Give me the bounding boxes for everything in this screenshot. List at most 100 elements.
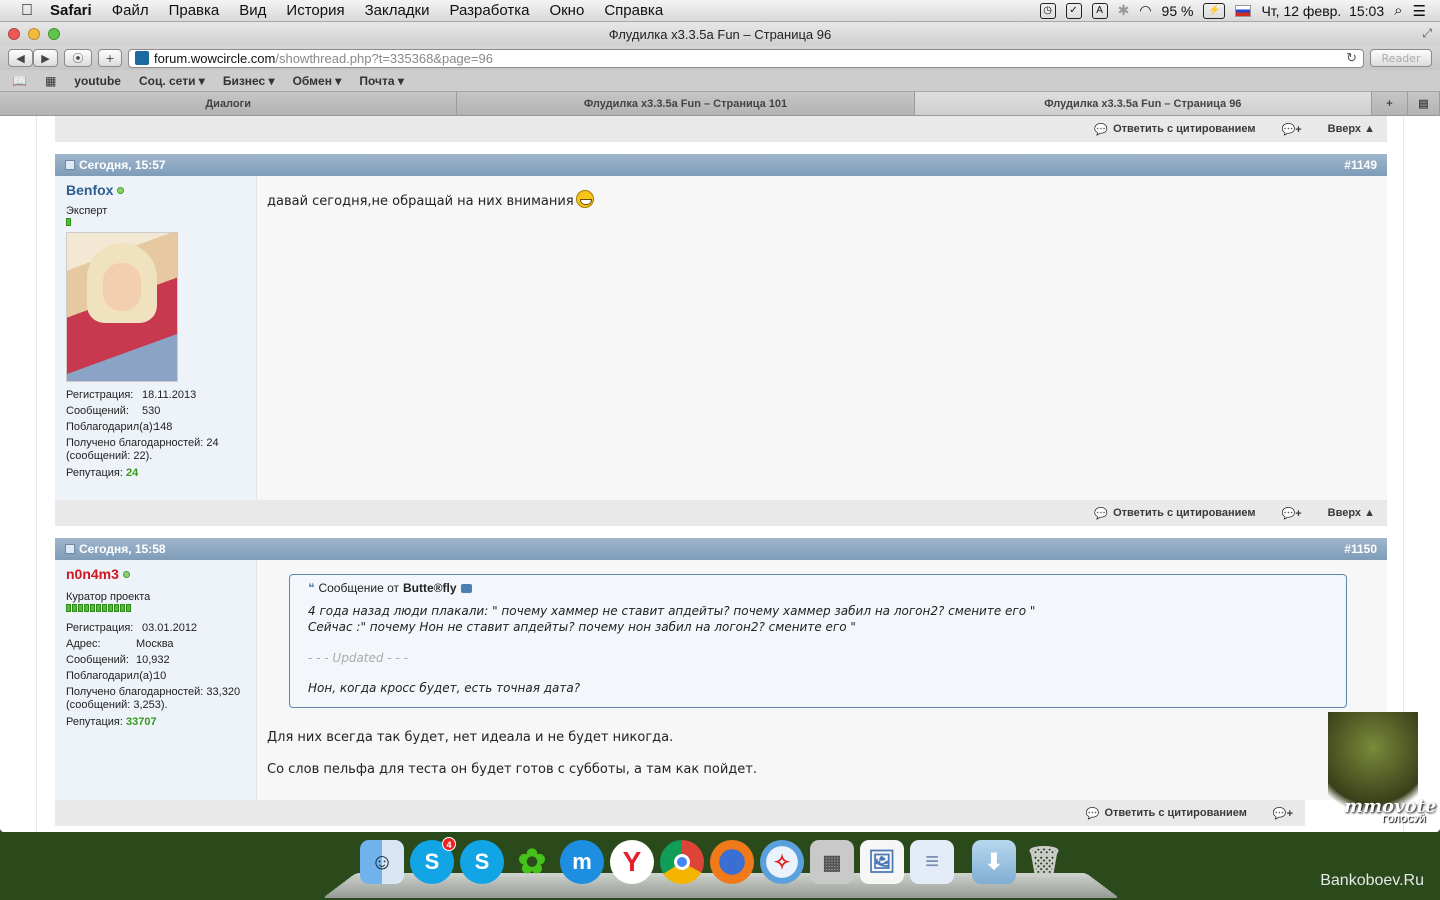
address-bar[interactable]: forum.wowcircle.com /showthread.php?t=33… [128, 48, 1364, 68]
username-link[interactable]: n0n4m3 [66, 566, 245, 582]
safari-window: Флудилка x3.3.5a Fun – Страница 96 ⤢ ◀ ▶… [0, 22, 1440, 832]
multi-quote-icon[interactable]: 💬+ [1282, 123, 1302, 136]
apple-icon[interactable]:  [18, 2, 36, 20]
preview-icon[interactable]: 🖼 [860, 840, 904, 884]
yandex-browser-icon[interactable]: Y [610, 840, 654, 884]
reader-button[interactable]: Reader [1370, 49, 1432, 67]
user-avatar[interactable] [66, 232, 178, 382]
post-date: Сегодня, 15:58 [79, 542, 166, 556]
wifi-icon[interactable]: ◠ [1139, 2, 1151, 19]
post-number-link[interactable]: #1150 [1344, 542, 1377, 556]
input-language-flag-icon[interactable] [1235, 4, 1252, 17]
battery-percent[interactable]: 95 % [1162, 3, 1194, 19]
minimize-window-button[interactable] [28, 28, 40, 40]
tab-dialogs[interactable]: Диалоги [0, 92, 458, 115]
quote-block: ❝ Сообщение от Butte®fly 4 года назад лю… [289, 574, 1347, 708]
post-message: давай сегодня,не обращай на них внимания [257, 176, 1387, 500]
post-header: Сегодня, 15:57 #1149 [55, 154, 1387, 176]
fullscreen-icon[interactable]: ⤢ [1422, 26, 1432, 41]
zoom-window-button[interactable] [48, 28, 60, 40]
menu-history[interactable]: История [286, 2, 344, 19]
textedit-icon[interactable]: ≡ [910, 840, 954, 884]
adobe-icon[interactable]: A [1091, 2, 1108, 19]
menu-file[interactable]: Файл [112, 2, 149, 19]
username-link[interactable]: Benfox [66, 182, 245, 198]
back-button[interactable]: ◀ [8, 49, 33, 67]
user-stats: Регистрация: 18.11.2013 Сообщений: 530 Поб… [66, 387, 245, 481]
post-footer: 💬 Ответить с цитированием 💬+ [55, 800, 1305, 826]
back-to-top-link[interactable]: Вверх ▲ [1328, 123, 1375, 135]
reputation: Репутация: 33707 [66, 716, 157, 728]
trash-icon[interactable]: 🗑 [1022, 840, 1066, 884]
notification-list-icon[interactable]: ☰ [1413, 2, 1426, 20]
tab-flood-101[interactable]: Флудилка x3.3.5a Fun – Страница 101 [457, 92, 915, 115]
close-window-button[interactable] [8, 28, 20, 40]
reload-icon[interactable]: ↻ [1346, 50, 1357, 66]
post-number-link[interactable]: #1149 [1344, 158, 1377, 172]
add-bookmark-button[interactable]: + [98, 49, 122, 67]
tab-overview-icon[interactable]: ▤ [1407, 92, 1440, 115]
mmovote-banner[interactable]: mmovote ГОЛОСУЙ [1316, 712, 1440, 830]
back-to-top-link[interactable]: Вверх ▲ [1328, 507, 1375, 519]
quote-text: 4 года назад люди плакали: " почему хамм… [308, 604, 1036, 634]
menu-window[interactable]: Окно [549, 2, 584, 19]
firefox-icon[interactable] [710, 840, 754, 884]
top-sites-icon[interactable]: ▦ [45, 74, 56, 88]
post-icon [65, 544, 75, 554]
battery-icon[interactable]: ⚡ [1203, 2, 1226, 19]
safari-icon[interactable]: ✧ [760, 840, 804, 884]
page-content[interactable]: 💬 Ответить с цитированием 💬+ Вверх ▲ Сего… [0, 116, 1440, 832]
bookmark-exchange[interactable]: Обмен ▾ [293, 74, 342, 88]
skype-2-icon[interactable]: S [460, 840, 504, 884]
new-tab-button[interactable]: + [1371, 92, 1408, 115]
menu-view[interactable]: Вид [239, 2, 266, 19]
bookmark-youtube[interactable]: youtube [74, 74, 121, 88]
speech-bubble-icon: 💬 [1085, 807, 1100, 820]
clock-icon[interactable]: ◷ [1039, 2, 1056, 19]
bookmark-business[interactable]: Бизнес ▾ [223, 74, 275, 88]
post-date: Сегодня, 15:57 [79, 158, 166, 172]
post-footer: 💬 Ответить с цитированием 💬+ Вверх ▲ [55, 500, 1387, 526]
thanks-received: Получено благодарностей: 33,320 (сообщени… [66, 686, 241, 711]
bookmark-mail[interactable]: Почта ▾ [359, 74, 404, 88]
finder-icon[interactable]: ☺ [360, 840, 404, 884]
menu-help[interactable]: Справка [604, 2, 663, 19]
downloads-folder-icon[interactable]: ⬇ [972, 840, 1016, 884]
menu-bar:  Safari Файл Правка Вид История Закладк… [0, 0, 1440, 22]
bookmarks-bar: 📖 ▦ youtube Соц. сети ▾ Бизнес ▾ Обмен ▾… [0, 70, 1440, 92]
message-text: Для них всегда так будет, нет идеала и н… [267, 730, 674, 745]
window-title: Флудилка x3.3.5a Fun – Страница 96 [608, 26, 832, 42]
reply-quote-button[interactable]: 💬 Ответить с цитированием [1094, 123, 1255, 136]
reply-quote-button[interactable]: 💬 Ответить с цитированием [1094, 507, 1255, 520]
spotlight-search-icon[interactable]: ⌕ [1394, 2, 1402, 19]
menu-bookmarks[interactable]: Закладки [365, 2, 430, 19]
skype-icon[interactable]: S4 [410, 837, 456, 884]
multi-quote-icon[interactable]: 💬+ [1282, 507, 1302, 520]
bookmark-social[interactable]: Соц. сети ▾ [139, 74, 205, 88]
clock-datetime[interactable]: Чт, 12 февр. 15:03 [1261, 3, 1384, 19]
reputation-bar [66, 218, 245, 226]
bluetooth-icon[interactable]: ✱ [1118, 2, 1130, 19]
user-info: n0n4m3 Куратор проекта Регистрация: 03.01… [55, 560, 257, 800]
menu-app[interactable]: Safari [50, 2, 92, 19]
tab-flood-96[interactable]: Флудилка x3.3.5a Fun – Страница 96 [914, 92, 1372, 115]
multi-quote-icon[interactable]: 💬+ [1273, 807, 1293, 820]
icq-icon[interactable]: ✿ [510, 840, 554, 884]
grin-smiley-icon [575, 190, 594, 208]
view-post-icon[interactable] [460, 583, 472, 593]
reputation-bar [66, 604, 245, 612]
reply-quote-button[interactable]: 💬 Ответить с цитированием [1086, 807, 1247, 820]
menu-develop[interactable]: Разработка [450, 2, 530, 19]
menu-edit[interactable]: Правка [169, 2, 220, 19]
check-icon[interactable]: ✓ [1065, 2, 1082, 19]
chrome-icon[interactable] [660, 840, 704, 884]
forward-button[interactable]: ▶ [33, 49, 58, 67]
reading-list-icon[interactable]: 📖 [12, 74, 27, 88]
online-status-icon [122, 570, 130, 578]
maxthon-icon[interactable]: m [560, 840, 604, 884]
post-icon [65, 160, 75, 170]
url-host: forum.wowcircle.com [154, 50, 276, 66]
share-button[interactable]: ⦿ [64, 49, 92, 67]
calculator-icon[interactable]: ▦ [810, 840, 854, 884]
status-area: ◷ ✓ A ✱ ◠ 95 % ⚡ Чт, 12 февр. 15:03 ⌕ ☰ [1039, 2, 1440, 20]
